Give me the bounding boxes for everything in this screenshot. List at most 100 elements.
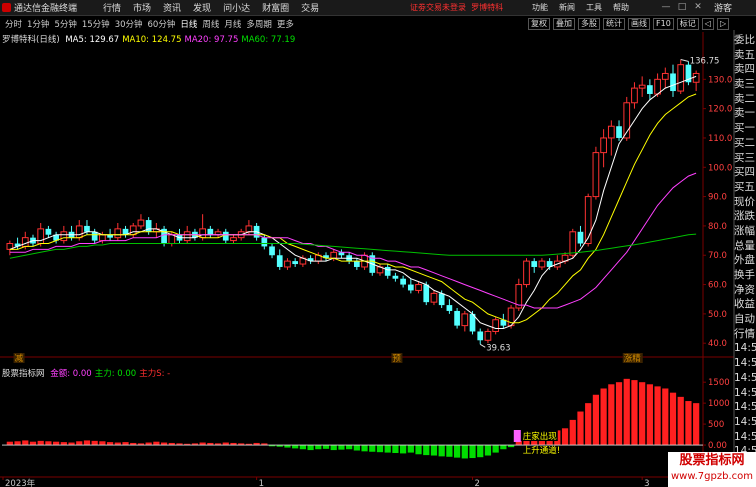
- candle-body: [199, 228, 206, 239]
- time-axis-label: 3: [644, 479, 649, 487]
- indicator-bar: [22, 440, 29, 446]
- tf-5min[interactable]: 5分钟: [54, 18, 76, 30]
- sidepanel-item: 换手: [734, 269, 755, 281]
- stats-button[interactable]: 统计: [603, 18, 625, 30]
- menu-item[interactable]: 资讯: [163, 1, 181, 14]
- sidepanel-item: 卖四: [734, 63, 755, 76]
- login-notice-text: 证劵交易未登录: [410, 3, 466, 12]
- candle-body: [222, 231, 229, 241]
- sidepanel-item: 14:50: [734, 371, 756, 384]
- adjust-button[interactable]: 复权: [528, 18, 550, 30]
- menu-item[interactable]: 交易: [301, 1, 319, 14]
- sidepanel-item: 买三: [734, 151, 755, 164]
- sidepanel-item: 现价: [734, 195, 755, 208]
- quote-sidepanel: 委比 卖五 卖四 卖三 卖二 卖一 买一 买二 买三 买四 买五 现价 涨跌 涨幅 总量 外盘 换手 净资 收益 自动…: [734, 33, 756, 487]
- indicator-bar: [122, 442, 129, 446]
- guest-user[interactable]: 游客: [714, 1, 732, 14]
- price-chart[interactable]: 130.0 120.0 110.0 100.0 90.0 80.0 70.0 60.0 50.0…: [0, 30, 756, 487]
- indicator-axis-label: 1500: [708, 378, 730, 388]
- menu-item[interactable]: 发现: [193, 1, 211, 14]
- indicator-bar: [569, 419, 576, 446]
- candle-body: [661, 72, 669, 80]
- indicator-bar: [14, 441, 21, 446]
- indicator-bar: [6, 441, 13, 446]
- tf-1min[interactable]: 1分钟: [27, 18, 49, 30]
- menu-item-help[interactable]: 帮助: [613, 2, 629, 13]
- candle-body: [677, 64, 685, 92]
- candle-body: [584, 196, 592, 245]
- indicator-bar: [369, 445, 376, 452]
- tf-60min[interactable]: 60分钟: [148, 18, 176, 30]
- tf-15min[interactable]: 15分钟: [82, 18, 110, 30]
- maximize-icon[interactable]: □: [676, 2, 688, 13]
- f10-button[interactable]: F10: [653, 18, 674, 30]
- sidepanel-item: 卖三: [734, 78, 755, 91]
- minimize-icon[interactable]: —: [660, 2, 672, 13]
- indicator-bar: [615, 382, 623, 446]
- indicator-bar: [407, 445, 414, 453]
- indicator-bar: [585, 403, 592, 446]
- candle-body: [600, 137, 607, 154]
- indicator-bar: [693, 403, 700, 446]
- indicator-bar: [608, 384, 615, 446]
- overlay-button[interactable]: 叠加: [553, 18, 575, 30]
- sidepanel-item: 总量: [734, 239, 755, 252]
- candle-body: [477, 331, 484, 341]
- sidepanel-item: 14:50: [734, 357, 756, 370]
- multi-stock-button[interactable]: 多股: [578, 18, 600, 30]
- menu-item[interactable]: 市场: [133, 1, 151, 14]
- indicator-bar: [330, 445, 337, 451]
- indicator-axis-label: 0.00: [708, 441, 727, 451]
- close-icon[interactable]: ✕: [692, 2, 704, 13]
- indicator-axis-label: 500: [708, 420, 724, 430]
- tf-weekly[interactable]: 周线: [202, 18, 219, 30]
- candle-body: [261, 237, 268, 247]
- menu-item-function[interactable]: 功能: [532, 2, 548, 13]
- chart-toolbar: 分时 1分钟 5分钟 15分钟 30分钟 60分钟 日线 周线 月线 多周期 更…: [0, 17, 756, 31]
- indicator-bar: [338, 445, 345, 450]
- tf-monthly[interactable]: 月线: [224, 18, 241, 30]
- menu-item[interactable]: 问小达: [223, 1, 250, 14]
- site-watermark: 股票指标网 www.7gpzb.com: [668, 452, 756, 487]
- mark-button[interactable]: 标记: [676, 18, 699, 30]
- ma10-line: [9, 93, 697, 324]
- tf-30min[interactable]: 30分钟: [115, 18, 143, 30]
- menu-item[interactable]: 财富圈: [262, 1, 289, 14]
- indicator-bar: [669, 392, 677, 446]
- indicator-bar: [654, 386, 661, 446]
- sidepanel-item: 14:50: [734, 342, 756, 355]
- indicator-legend: 股票指标网 金额: 0.00 主力: 0.00 主力S: -: [2, 367, 176, 379]
- tf-more[interactable]: 更多: [277, 18, 294, 30]
- indicator-bar: [646, 384, 653, 446]
- high-price-label: 136.75: [690, 57, 720, 67]
- candle-body: [438, 293, 445, 306]
- candle-body: [129, 225, 137, 236]
- tf-fenshi[interactable]: 分时: [5, 18, 22, 30]
- candle-body: [670, 73, 676, 92]
- tf-multi[interactable]: 多周期: [246, 18, 272, 30]
- next-icon[interactable]: ▷: [716, 18, 730, 30]
- draw-line-button[interactable]: 画线: [628, 18, 650, 30]
- watermark-url: www.7gpzb.com: [671, 471, 753, 482]
- indicator-bar: [662, 388, 669, 446]
- sidepanel-item: 14:50: [734, 401, 756, 414]
- login-notice[interactable]: 证劵交易未登录 罗博特科: [410, 2, 503, 13]
- candle-body: [531, 261, 538, 267]
- sidepanel-item: 买一: [734, 122, 755, 135]
- time-axis-label: 1: [259, 479, 264, 487]
- price-axis-label: 100.0: [708, 163, 732, 173]
- annotation-zhuangjia: 庄家出现: [523, 431, 558, 442]
- menu-item[interactable]: 行情: [103, 1, 121, 14]
- indicator-bar: [315, 445, 322, 450]
- high-pointer: [680, 59, 689, 63]
- indicator-bar: [446, 445, 453, 457]
- prev-icon[interactable]: ◁: [701, 18, 714, 30]
- candle-body: [84, 225, 90, 232]
- tf-daily[interactable]: 日线: [180, 18, 197, 30]
- ma60-line: [9, 233, 697, 259]
- app-logo-icon: [2, 3, 11, 12]
- menu-item-news[interactable]: 新闻: [559, 2, 575, 13]
- sidepanel-item: 卖五: [734, 48, 755, 61]
- price-axis-label: 110.0: [708, 134, 732, 144]
- menu-item-tools[interactable]: 工具: [586, 2, 602, 13]
